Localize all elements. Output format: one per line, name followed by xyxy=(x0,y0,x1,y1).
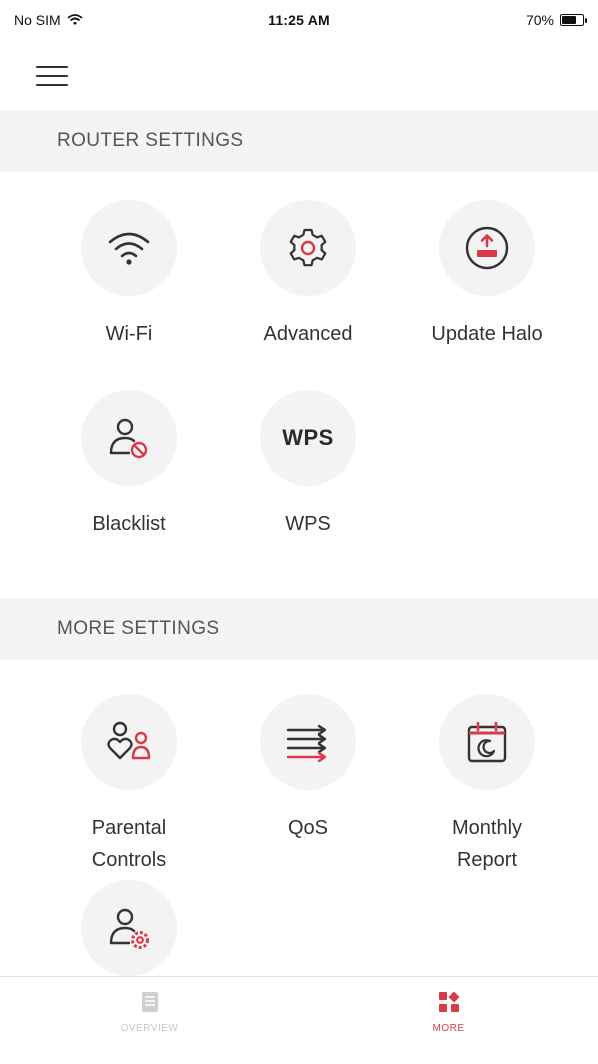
menu-icon-line xyxy=(36,75,68,77)
status-time: 11:25 AM xyxy=(268,12,330,28)
monthly-report-tile[interactable]: Monthly Report xyxy=(397,694,577,876)
tab-overview[interactable]: OVERVIEW xyxy=(0,977,299,1064)
user-settings-icon xyxy=(109,908,149,949)
gear-icon xyxy=(289,228,327,267)
battery-fill xyxy=(562,16,576,24)
parental-controls-tile[interactable]: Parental Controls xyxy=(39,694,219,876)
upload-icon xyxy=(465,226,509,270)
wps-icon: WPS xyxy=(282,425,334,450)
calendar-report-icon xyxy=(467,721,507,763)
overview-icon xyxy=(141,992,158,1012)
more-settings-header: MORE SETTINGS xyxy=(0,598,598,660)
monthly-report-label: Monthly Report xyxy=(451,817,523,871)
wifi-icon xyxy=(108,232,150,265)
blacklist-label: Blacklist xyxy=(92,513,166,535)
battery-percent: 70% xyxy=(525,12,554,28)
user-blocked-icon xyxy=(109,418,148,459)
user-settings-tile[interactable] xyxy=(39,880,219,976)
wps-label: WPS xyxy=(285,513,331,535)
menu-icon-line xyxy=(36,84,68,86)
bottom-tab-bar: OVERVIEW MORE xyxy=(0,976,598,1064)
update-halo-tile[interactable]: Update Halo xyxy=(397,200,577,350)
qos-arrows-icon xyxy=(286,724,327,762)
qos-label: QoS xyxy=(287,817,329,839)
qos-tile[interactable]: QoS xyxy=(218,694,398,844)
hamburger-menu-button[interactable] xyxy=(32,64,72,88)
battery-icon xyxy=(560,14,587,26)
update-halo-label: Update Halo xyxy=(431,323,543,345)
parental-controls-label: Parental Controls xyxy=(91,817,167,871)
wifi-label: Wi-Fi xyxy=(105,323,153,345)
tab-overview-label: OVERVIEW xyxy=(120,1023,179,1034)
more-grid-icon xyxy=(438,991,459,1012)
more-screen: No SIM 11:25 AM 70% ROUTER SETTINGS Wi-F… xyxy=(0,0,598,1064)
tab-more-label: MORE xyxy=(432,1023,465,1034)
menu-icon-line xyxy=(36,66,68,68)
router-settings-header: ROUTER SETTINGS xyxy=(0,110,598,172)
blacklist-tile[interactable]: Blacklist xyxy=(39,390,219,540)
parental-controls-icon xyxy=(107,721,151,760)
wifi-tile[interactable]: Wi-Fi xyxy=(39,200,219,350)
advanced-label: Advanced xyxy=(263,323,353,345)
status-bar: No SIM 11:25 AM 70% xyxy=(0,0,598,56)
advanced-tile[interactable]: Advanced xyxy=(218,200,398,350)
tab-more[interactable]: MORE xyxy=(299,977,598,1064)
wps-tile[interactable]: WPS WPS xyxy=(218,390,398,540)
